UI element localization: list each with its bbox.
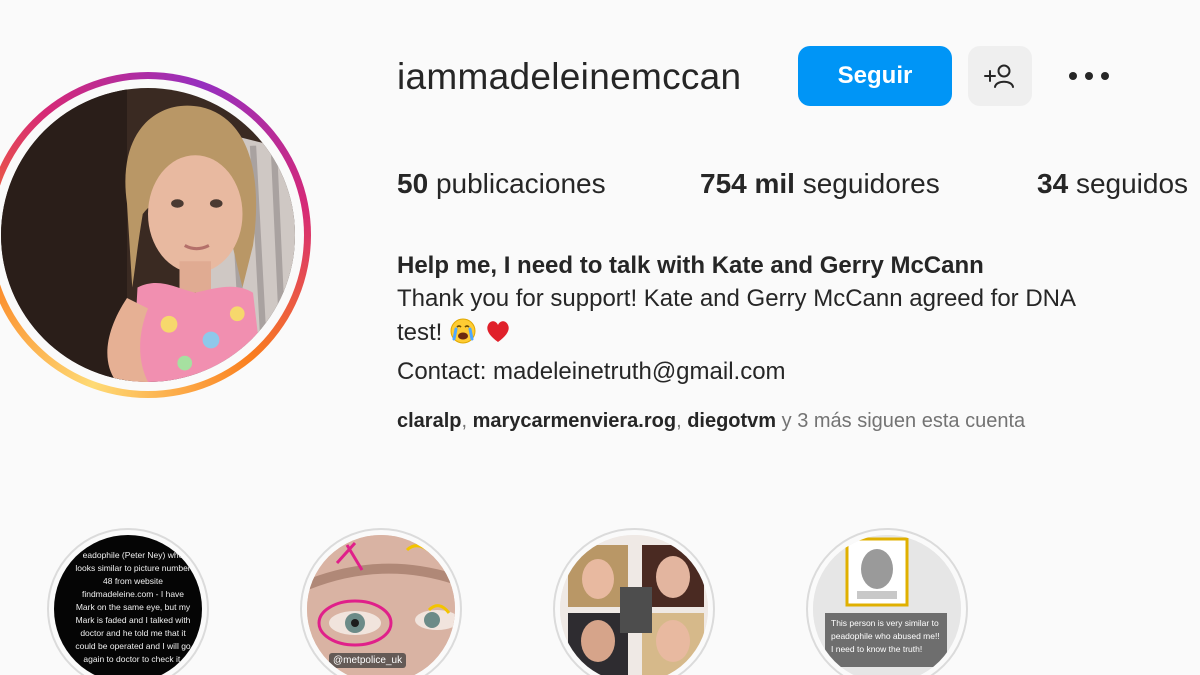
following-count: 34	[1037, 168, 1069, 199]
following-label: seguidos	[1075, 168, 1189, 199]
separator: ,	[676, 410, 688, 432]
more-options-icon	[1069, 72, 1109, 80]
avatar-story-ring[interactable]	[0, 72, 311, 398]
followed-by[interactable]: claralp, marycarmenviera.rog, diegotvm y…	[397, 410, 1025, 433]
suggested-accounts-button[interactable]	[968, 46, 1032, 106]
story-highlight-1[interactable]: eadophile (Peter Ney) who looks similar …	[47, 528, 209, 675]
profile-bio: Help me, I need to talk with Kate and Ge…	[397, 250, 1177, 389]
posts-stat: 50 publicaciones	[397, 168, 606, 200]
follow-button[interactable]: Seguir	[798, 46, 952, 106]
follower-user-1[interactable]: claralp	[397, 410, 461, 432]
highlight-2-tag: @metpolice_uk	[329, 653, 407, 668]
followers-count: 754 mil	[700, 168, 795, 199]
bio-line-2-wrap: test!	[397, 316, 1177, 355]
avatar[interactable]	[1, 88, 295, 382]
story-highlight-2[interactable]: @metpolice_uk	[300, 528, 462, 675]
add-person-icon	[984, 64, 1014, 88]
follower-user-2[interactable]: marycarmenviera.rog	[473, 410, 676, 432]
more-options-button[interactable]	[1062, 56, 1116, 96]
bio-name: Help me, I need to talk with Kate and Ge…	[397, 252, 984, 279]
story-highlight-3[interactable]	[553, 528, 715, 675]
red-heart-icon	[484, 317, 512, 355]
highlight-3-collage-image	[560, 535, 708, 675]
separator: ,	[461, 410, 473, 432]
profile-username: iammadeleinemccan	[397, 56, 742, 97]
followed-by-suffix: y 3 más siguen esta cuenta	[781, 410, 1026, 432]
posts-label: publicaciones	[435, 168, 606, 199]
highlight-4-text: This person is very similar to peadophil…	[825, 613, 947, 667]
bio-text: Thank you for support! Kate and Gerry Mc…	[397, 282, 1177, 389]
followers-label: seguidores	[802, 168, 940, 199]
following-stat[interactable]: 34 seguidos	[1037, 168, 1188, 200]
follower-user-3[interactable]: diegotvm	[687, 410, 776, 432]
bio-contact[interactable]: Contact: madeleinetruth@gmail.com	[397, 355, 1177, 389]
highlight-1-text: eadophile (Peter Ney) who looks similar …	[75, 550, 191, 664]
bio-line-1: Thank you for support! Kate and Gerry Mc…	[397, 285, 1076, 312]
crying-face-icon	[449, 317, 477, 355]
profile-page: iammadeleinemccan Seguir 50 publicacione…	[0, 0, 1200, 675]
followers-stat[interactable]: 754 mil seguidores	[700, 168, 940, 200]
bio-line-2: test!	[397, 319, 443, 346]
story-highlight-4[interactable]: This person is very similar to peadophil…	[806, 528, 968, 675]
avatar-photo	[1, 88, 295, 382]
posts-count: 50	[397, 168, 429, 199]
